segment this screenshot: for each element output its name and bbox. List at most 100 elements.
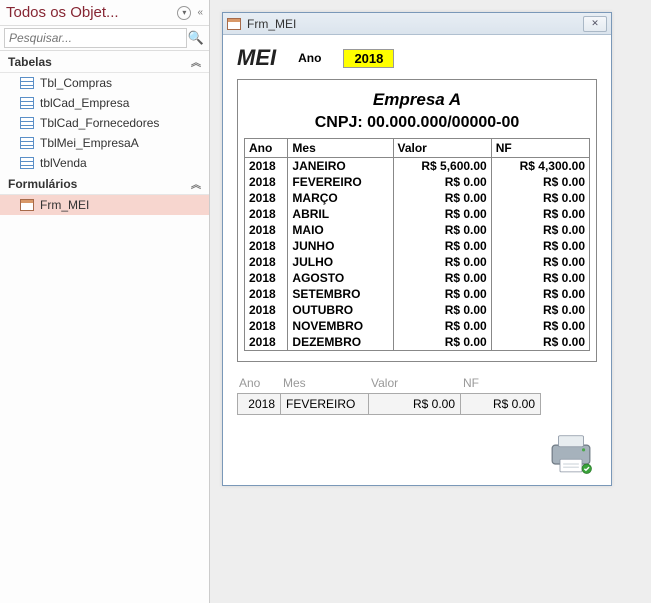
cell-ano: 2018 xyxy=(245,254,288,270)
ano-input[interactable]: 2018 xyxy=(343,49,394,68)
table-header-row: Ano Mes Valor NF xyxy=(245,139,590,158)
cell-ano: 2018 xyxy=(245,318,288,334)
form-titlebar[interactable]: Frm_MEI ✕ xyxy=(223,13,611,35)
table-icon xyxy=(20,137,34,149)
col-header-mes: Mes xyxy=(288,139,393,158)
cell-ano: 2018 xyxy=(245,238,288,254)
table-icon xyxy=(20,97,34,109)
footer-cell-mes[interactable]: FEVEREIRO xyxy=(281,393,369,415)
search-input[interactable] xyxy=(4,28,187,48)
cell-valor: R$ 0.00 xyxy=(393,270,491,286)
table-row[interactable]: 2018ABRILR$ 0.00R$ 0.00 xyxy=(245,206,590,222)
cell-nf: R$ 0.00 xyxy=(491,206,589,222)
col-header-ano: Ano xyxy=(245,139,288,158)
nav-item-tblcad-empresa[interactable]: tblCad_Empresa xyxy=(0,93,209,113)
cell-mes: SETEMBRO xyxy=(288,286,393,302)
nav-item-tblcad-fornecedores[interactable]: TblCad_Fornecedores xyxy=(0,113,209,133)
cell-ano: 2018 xyxy=(245,206,288,222)
empresa-name: Empresa A xyxy=(244,90,590,110)
table-row[interactable]: 2018JUNHOR$ 0.00R$ 0.00 xyxy=(245,238,590,254)
nav-title[interactable]: Todos os Objet... xyxy=(6,4,173,21)
nav-item-tbl-compras[interactable]: Tbl_Compras xyxy=(0,73,209,93)
cell-ano: 2018 xyxy=(245,222,288,238)
form-window-title: Frm_MEI xyxy=(247,17,583,31)
cell-ano: 2018 xyxy=(245,334,288,351)
cell-nf: R$ 0.00 xyxy=(491,334,589,351)
cell-valor: R$ 0.00 xyxy=(393,206,491,222)
cell-ano: 2018 xyxy=(245,158,288,175)
nav-item-frm-mei[interactable]: Frm_MEI xyxy=(0,195,209,215)
cell-nf: R$ 0.00 xyxy=(491,318,589,334)
cnpj-line: CNPJ: 00.000.000/00000-00 xyxy=(244,114,590,132)
footer-label-mes: Mes xyxy=(283,376,371,390)
footer-label-nf: NF xyxy=(463,376,543,390)
table-row[interactable]: 2018DEZEMBROR$ 0.00R$ 0.00 xyxy=(245,334,590,351)
group-label: Tabelas xyxy=(8,55,52,69)
cell-nf: R$ 0.00 xyxy=(491,190,589,206)
content-area: Frm_MEI ✕ MEI Ano 2018 Empresa A CNPJ: 0… xyxy=(210,0,651,603)
form-icon xyxy=(227,18,241,30)
cell-mes: FEVEREIRO xyxy=(288,174,393,190)
cell-mes: JUNHO xyxy=(288,238,393,254)
table-row[interactable]: 2018MAIOR$ 0.00R$ 0.00 xyxy=(245,222,590,238)
table-icon xyxy=(20,117,34,129)
cell-ano: 2018 xyxy=(245,270,288,286)
cell-mes: MARÇO xyxy=(288,190,393,206)
group-label: Formulários xyxy=(8,177,77,191)
cell-ano: 2018 xyxy=(245,190,288,206)
close-button[interactable]: ✕ xyxy=(583,16,607,32)
table-row[interactable]: 2018JANEIROR$ 5,600.00R$ 4,300.00 xyxy=(245,158,590,175)
cell-valor: R$ 0.00 xyxy=(393,254,491,270)
search-row: 🔍 xyxy=(0,26,209,51)
nav-item-label: tblCad_Empresa xyxy=(40,96,129,110)
chevron-down-icon[interactable]: ▾ xyxy=(177,6,191,20)
cell-mes: OUTUBRO xyxy=(288,302,393,318)
footer-labels: Ano Mes Valor NF xyxy=(237,376,597,390)
table-row[interactable]: 2018NOVEMBROR$ 0.00R$ 0.00 xyxy=(245,318,590,334)
nav-item-label: TblMei_EmpresaA xyxy=(40,136,139,150)
footer-label-ano: Ano xyxy=(239,376,283,390)
chevron-up-icon: ︽ xyxy=(191,176,201,191)
table-row[interactable]: 2018MARÇOR$ 0.00R$ 0.00 xyxy=(245,190,590,206)
form-header-row: MEI Ano 2018 xyxy=(237,45,597,71)
mei-title: MEI xyxy=(237,45,276,71)
nav-item-tblvenda[interactable]: tblVenda xyxy=(0,153,209,173)
nav-item-label: tblVenda xyxy=(40,156,87,170)
footer-cell-ano[interactable]: 2018 xyxy=(237,393,281,415)
cell-valor: R$ 0.00 xyxy=(393,318,491,334)
table-icon xyxy=(20,77,34,89)
col-header-valor: Valor xyxy=(393,139,491,158)
table-row[interactable]: 2018FEVEREIROR$ 0.00R$ 0.00 xyxy=(245,174,590,190)
cell-valor: R$ 0.00 xyxy=(393,174,491,190)
cell-mes: JANEIRO xyxy=(288,158,393,175)
cell-mes: AGOSTO xyxy=(288,270,393,286)
footer-values-row: 2018 FEVEREIRO R$ 0.00 R$ 0.00 xyxy=(237,393,597,415)
footer-cell-nf[interactable]: R$ 0.00 xyxy=(461,393,541,415)
col-header-nf: NF xyxy=(491,139,589,158)
table-row[interactable]: 2018AGOSTOR$ 0.00R$ 0.00 xyxy=(245,270,590,286)
cell-nf: R$ 0.00 xyxy=(491,286,589,302)
cell-ano: 2018 xyxy=(245,174,288,190)
search-icon[interactable]: 🔍 xyxy=(187,30,205,46)
cell-valor: R$ 0.00 xyxy=(393,286,491,302)
group-header-tabelas[interactable]: Tabelas ︽ xyxy=(0,51,209,73)
table-row[interactable]: 2018OUTUBROR$ 0.00R$ 0.00 xyxy=(245,302,590,318)
cell-valor: R$ 0.00 xyxy=(393,222,491,238)
cell-valor: R$ 5,600.00 xyxy=(393,158,491,175)
table-row[interactable]: 2018JULHOR$ 0.00R$ 0.00 xyxy=(245,254,590,270)
print-button[interactable] xyxy=(545,431,597,475)
cell-mes: NOVEMBRO xyxy=(288,318,393,334)
form-icon xyxy=(20,199,34,211)
cell-mes: MAIO xyxy=(288,222,393,238)
cell-nf: R$ 0.00 xyxy=(491,238,589,254)
table-row[interactable]: 2018SETEMBROR$ 0.00R$ 0.00 xyxy=(245,286,590,302)
cell-nf: R$ 4,300.00 xyxy=(491,158,589,175)
group-header-formularios[interactable]: Formulários ︽ xyxy=(0,173,209,195)
nav-item-tblmei-empresaa[interactable]: TblMei_EmpresaA xyxy=(0,133,209,153)
footer-cell-valor[interactable]: R$ 0.00 xyxy=(369,393,461,415)
cell-nf: R$ 0.00 xyxy=(491,270,589,286)
collapse-pane-icon[interactable]: « xyxy=(197,7,203,18)
nav-item-label: TblCad_Fornecedores xyxy=(40,116,159,130)
form-window-frm-mei: Frm_MEI ✕ MEI Ano 2018 Empresa A CNPJ: 0… xyxy=(222,12,612,486)
table-icon xyxy=(20,157,34,169)
